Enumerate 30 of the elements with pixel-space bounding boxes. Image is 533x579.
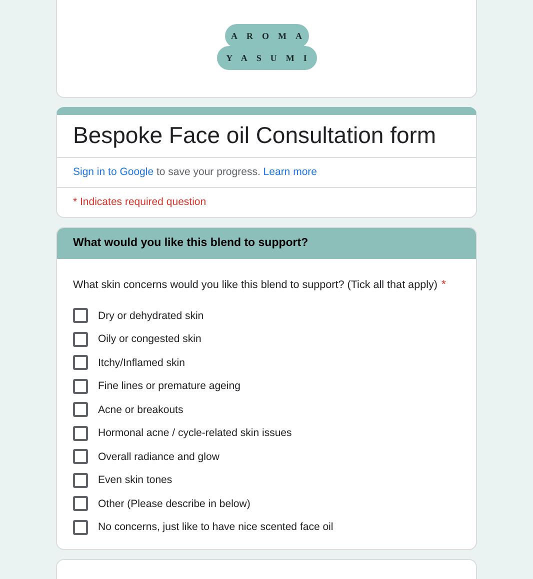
checkbox[interactable]	[73, 355, 88, 370]
checkbox[interactable]	[73, 496, 88, 511]
checkbox[interactable]	[73, 332, 88, 346]
option-label[interactable]: Dry or dehydrated skin	[98, 310, 204, 322]
question-text: What skin concerns would you like this blend to support? (Tick all that apply)	[73, 279, 438, 291]
required-note: * Indicates required question	[73, 196, 206, 208]
option-label[interactable]: Acne or breakouts	[98, 404, 184, 416]
required-asterisk: *	[441, 279, 446, 291]
checkbox[interactable]	[73, 449, 88, 464]
logo-text: AROMA	[231, 31, 311, 41]
option-label[interactable]: No concerns, just like to have nice scented face oil	[98, 521, 334, 533]
section-title: What would you like this blend to support?	[57, 228, 476, 259]
option-label[interactable]: Oily or congested skin	[98, 333, 202, 345]
option-label[interactable]: Fine lines or premature ageing	[98, 380, 240, 392]
checkbox[interactable]	[73, 426, 88, 440]
learn-more-link[interactable]: Learn more	[263, 166, 317, 178]
save-progress-text: to save your progress.	[156, 166, 260, 178]
checkbox[interactable]	[73, 378, 88, 394]
checkbox[interactable]	[73, 402, 88, 417]
checkbox[interactable]	[73, 308, 88, 323]
form-title: Bespoke Face oil Consultation form	[57, 115, 476, 158]
logo-text: YASUMI	[226, 53, 316, 63]
option-label[interactable]: Itchy/Inflamed skin	[98, 356, 185, 368]
option-label[interactable]: Overall radiance and glow	[98, 450, 220, 462]
option-label[interactable]: Hormonal acne / cycle-related skin issues	[98, 427, 292, 439]
option-label[interactable]: Other (Please describe in below)	[98, 498, 250, 510]
sign-in-link[interactable]: Sign in to Google	[73, 166, 154, 178]
option-label[interactable]: Even skin tones	[98, 474, 172, 486]
checkbox[interactable]	[73, 472, 88, 488]
checkbox[interactable]	[73, 520, 88, 534]
